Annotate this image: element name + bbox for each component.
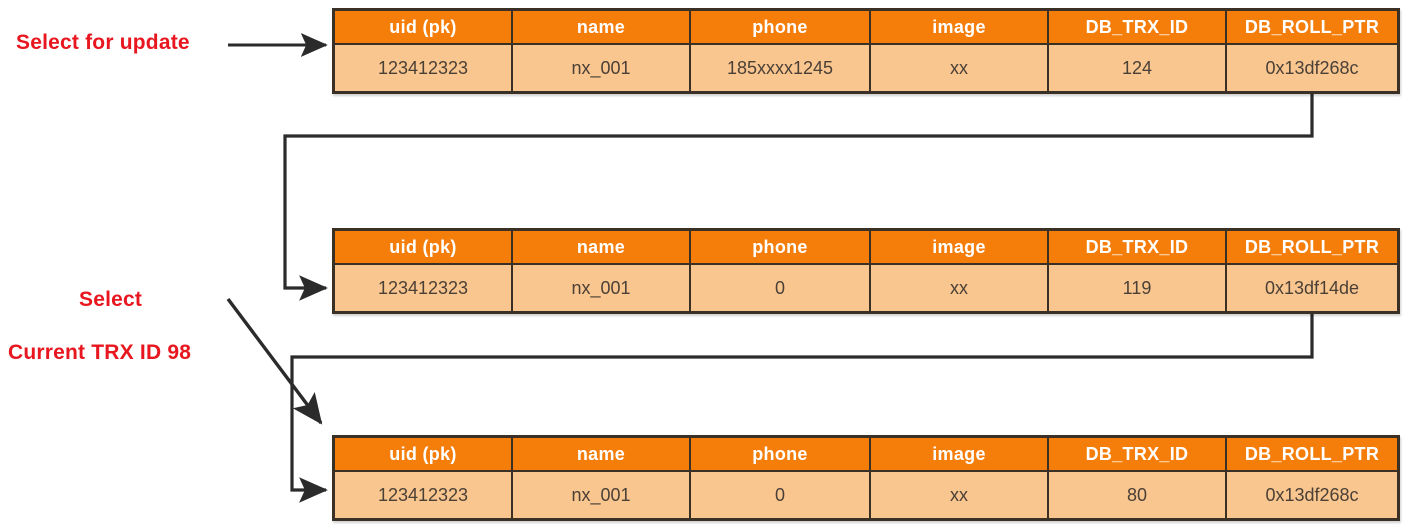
table-row: 123412323 nx_001 0 xx 80 0x13df268c [332,470,1400,521]
header-db-trx-id: DB_TRX_ID [1047,228,1227,265]
cell-image: xx [869,263,1049,314]
cell-db-roll-ptr: 0x13df268c [1225,43,1400,94]
header-phone: phone [689,8,871,45]
cell-db-trx-id: 80 [1047,470,1227,521]
header-image: image [869,8,1049,45]
annotation-current-trx-id: Current TRX ID 98 [8,341,192,364]
header-name: name [511,435,691,472]
cell-image: xx [869,470,1049,521]
cell-db-trx-id: 119 [1047,263,1227,314]
cell-phone: 0 [689,470,871,521]
header-image: image [869,435,1049,472]
header-image: image [869,228,1049,265]
select-arrow [226,297,323,425]
cell-image: xx [869,43,1049,94]
cell-db-trx-id: 124 [1047,43,1227,94]
cell-uid: 123412323 [332,470,513,521]
cell-uid: 123412323 [332,263,513,314]
cell-db-roll-ptr: 0x13df268c [1225,470,1400,521]
table-row: 123412323 nx_001 185xxxx1245 xx 124 0x13… [332,43,1400,94]
cell-uid: 123412323 [332,43,513,94]
header-phone: phone [689,228,871,265]
cell-name: nx_001 [511,43,691,94]
table-header-row: uid (pk) name phone image DB_TRX_ID DB_R… [332,435,1400,472]
cell-name: nx_001 [511,470,691,521]
header-uid: uid (pk) [332,8,513,45]
table-header-row: uid (pk) name phone image DB_TRX_ID DB_R… [332,8,1400,45]
header-uid: uid (pk) [332,228,513,265]
header-uid: uid (pk) [332,435,513,472]
cell-name: nx_001 [511,263,691,314]
table-header-row: uid (pk) name phone image DB_TRX_ID DB_R… [332,228,1400,265]
header-name: name [511,228,691,265]
header-db-roll-ptr: DB_ROLL_PTR [1225,8,1400,45]
record-table-version-80: uid (pk) name phone image DB_TRX_ID DB_R… [332,435,1400,521]
header-db-roll-ptr: DB_ROLL_PTR [1225,435,1400,472]
annotation-select-for-update: Select for update [16,31,190,54]
record-table-current: uid (pk) name phone image DB_TRX_ID DB_R… [332,8,1400,94]
cell-phone: 185xxxx1245 [689,43,871,94]
header-phone: phone [689,435,871,472]
table-row: 123412323 nx_001 0 xx 119 0x13df14de [332,263,1400,314]
header-db-trx-id: DB_TRX_ID [1047,435,1227,472]
diagram-canvas: Select for update Select Current TRX ID … [0,0,1414,530]
annotation-select: Select [79,288,143,311]
record-table-version-119: uid (pk) name phone image DB_TRX_ID DB_R… [332,228,1400,314]
header-db-roll-ptr: DB_ROLL_PTR [1225,228,1400,265]
header-db-trx-id: DB_TRX_ID [1047,8,1227,45]
cell-phone: 0 [689,263,871,314]
header-name: name [511,8,691,45]
cell-db-roll-ptr: 0x13df14de [1225,263,1400,314]
